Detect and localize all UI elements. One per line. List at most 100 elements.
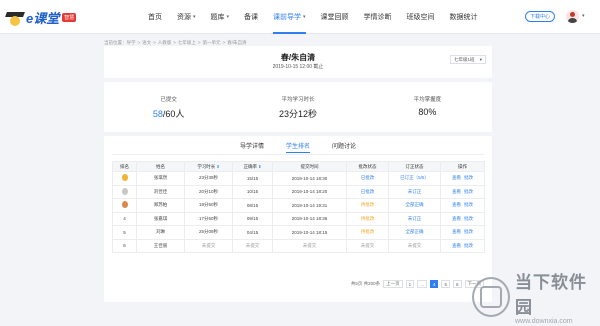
nav-item-label: 资源 [177, 14, 191, 21]
page-button[interactable]: 5 [441, 280, 450, 288]
page-button[interactable]: 4 [429, 280, 439, 288]
view-link[interactable]: 查看 [452, 189, 461, 194]
stat-mastery-label: 平均掌握度 [413, 97, 442, 103]
view-link[interactable]: 查看 [452, 216, 461, 221]
study-duration: 25分09秒 [184, 225, 233, 240]
column-header: 操作 [440, 161, 485, 172]
medal-icon [121, 201, 128, 209]
chevron-down-icon[interactable]: ▾ [582, 13, 585, 19]
grade-link[interactable]: 批改 [464, 202, 473, 207]
nav-item-3[interactable]: 备课 [244, 0, 258, 34]
nav-item-label: 学情诊断 [363, 14, 392, 21]
nav-item-label: 课堂回顾 [320, 14, 349, 21]
page-button: ... [417, 280, 427, 288]
watermark: 当下软件园 www.downxia.com [472, 268, 600, 325]
download-center-button[interactable]: 下载中心 [525, 11, 555, 22]
stat-submitted-value: 58/60人 [104, 107, 233, 120]
nav-item-label: 班级空间 [406, 14, 435, 21]
assignment-title: 春/朱自清 [280, 53, 316, 62]
nav-item-6[interactable]: 学情诊断 [364, 0, 392, 34]
submit-time: 2019-10-14 18:30 [272, 171, 347, 186]
table-row: 4 张嘉琪 17分50秒 09/15 2019-10-14 18:36 待批改 未订正 查看批… [112, 211, 485, 226]
assignment-header-card: 春/朱自清 2019-10-15 12:00 截止 七年级1班 ▾ [104, 46, 492, 78]
accuracy: 08/15 [232, 198, 273, 213]
rank-cell [112, 171, 137, 186]
chevron-down-icon: ▾ [303, 14, 306, 20]
column-header-label: 姓名 [156, 163, 165, 169]
nav-item-0[interactable]: 首页 [148, 0, 162, 34]
user-avatar[interactable] [566, 10, 579, 23]
rank-number: 4 [123, 216, 126, 222]
column-header-label: 排名 [120, 163, 129, 169]
grade-link[interactable]: 批改 [464, 189, 473, 194]
grade-link[interactable]: 批改 [464, 175, 473, 180]
medal-icon [121, 174, 128, 182]
correction-status: 未订正 [388, 184, 441, 199]
grade-link[interactable]: 批改 [464, 229, 473, 234]
tab-0[interactable]: 导学详情 [240, 141, 264, 153]
pagination-summary: 共5页 共200条 [350, 281, 381, 286]
stat-mastery: 平均掌握度 80% [363, 82, 492, 132]
nav-item-label: 数据统计 [449, 14, 478, 21]
actions-cell: 查看 批改 [440, 184, 485, 199]
table-header-row: 排名 姓名 学习时长⬍ 正确率⬍ 提交时间 批改状态 订正状态 操作 [112, 161, 485, 172]
actions-cell: 查看 批改 [440, 238, 485, 253]
prev-page-button[interactable]: 上一页 [383, 280, 403, 288]
view-link[interactable]: 查看 [452, 202, 461, 207]
tab-1[interactable]: 学生排名 [285, 141, 311, 153]
column-header-label: 学习时长 [197, 163, 216, 169]
student-name: 张琪然 [136, 171, 185, 186]
watermark-url: www.downxia.com [515, 318, 573, 325]
submit-time: 2019-10-14 19:31 [272, 198, 347, 213]
chevron-down-icon: ▾ [193, 14, 196, 20]
column-header[interactable]: 正确率⬍ [232, 161, 273, 172]
grade-link[interactable]: 批改 [464, 216, 473, 221]
view-link[interactable]: 查看 [452, 175, 461, 180]
nav-item-2[interactable]: 题库 ▾ [211, 0, 230, 34]
tab-2[interactable]: 问题讨论 [332, 141, 356, 153]
deadline-text: 2019-10-15 12:00 截止 [272, 64, 324, 70]
nav-item-8[interactable]: 数据统计 [450, 0, 478, 34]
page-button[interactable]: 6 [452, 280, 462, 288]
submit-time: 2019-10-14 18:15 [272, 225, 347, 240]
nav-item-label: 题库 [210, 14, 225, 21]
accuracy: 04/15 [232, 225, 273, 240]
top-navbar: e课堂 智慧 首页 资源 ▾ 题库 ▾ 备课 课前导学 ▾ 课堂回顾 学情诊断 班级空间 数据统计 下… [0, 0, 600, 34]
tab-bar: 导学详情 学生排名 问题讨论 [104, 141, 492, 153]
nav-item-7[interactable]: 班级空间 [407, 0, 435, 34]
nav-item-4[interactable]: 课前导学 ▾ [273, 0, 306, 34]
page-button[interactable]: 1 [405, 280, 415, 288]
view-link[interactable]: 查看 [452, 229, 461, 234]
view-link[interactable]: 查看 [452, 243, 461, 248]
submit-time: 2019-10-14 18:36 [272, 211, 347, 226]
class-select[interactable]: 七年级1班 ▾ [450, 55, 486, 64]
column-header[interactable]: 学习时长⬍ [184, 161, 233, 172]
actions-cell: 查看 批改 [440, 198, 485, 213]
logo-badge: 智慧 [62, 13, 77, 22]
sort-icon[interactable]: ⬍ [258, 164, 261, 169]
stat-avg-time-value: 23分12秒 [278, 109, 317, 119]
study-duration: 23分39秒 [184, 171, 233, 186]
study-duration: 未提交 [184, 238, 233, 253]
column-header-label: 批改状态 [358, 163, 377, 169]
table-row: 郑苏柏 18分50秒 08/15 2019-10-14 19:31 待批改 全部正确 查看批… [112, 198, 485, 213]
grade-link[interactable]: 批改 [464, 243, 473, 248]
column-header: 订正状态 [388, 161, 441, 172]
sort-icon[interactable]: ⬍ [216, 164, 219, 169]
correction-status: 未订正 [388, 211, 441, 226]
nav-item-1[interactable]: 资源 ▾ [177, 0, 196, 34]
rank-cell [112, 184, 137, 199]
study-duration: 18分50秒 [184, 198, 233, 213]
class-select-value: 七年级1班 [454, 56, 475, 62]
accuracy: 09/15 [232, 211, 273, 226]
accuracy: 未提交 [232, 238, 273, 253]
watermark-logo-icon [472, 276, 510, 317]
submit-time: 未提交 [272, 238, 347, 253]
brand-logo[interactable]: e课堂 智慧 [5, 8, 77, 27]
watermark-text: 当下软件园 [515, 273, 587, 317]
nav-item-5[interactable]: 课堂回顾 [321, 0, 349, 34]
submitted-count: 58 [152, 109, 163, 119]
student-name: 郑苏柏 [136, 198, 185, 213]
stat-submitted: 已提交 58/60人 [104, 82, 233, 132]
nav-item-label: 首页 [148, 14, 162, 21]
